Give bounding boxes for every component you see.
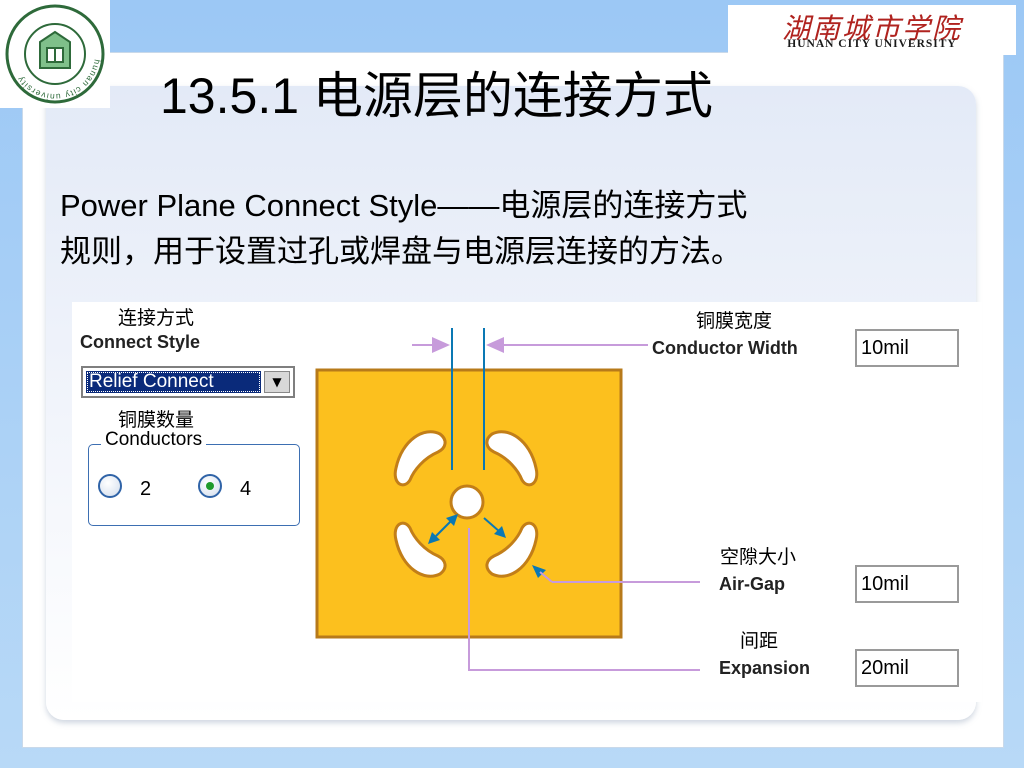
conductor-width-label-cn: 铜膜宽度 xyxy=(696,310,773,332)
air-gap-input[interactable]: 10mil xyxy=(855,565,959,603)
conductor-width-label-en: Conductor Width xyxy=(652,338,798,358)
via-hole xyxy=(449,484,485,520)
air-gap-label-cn: 空隙大小 xyxy=(720,546,797,568)
expansion-label-cn: 间距 xyxy=(740,630,779,652)
air-gap-label-en: Air-Gap xyxy=(719,574,786,594)
expansion-label-en: Expansion xyxy=(719,658,811,678)
conductor-width-input[interactable]: 10mil xyxy=(855,329,959,367)
expansion-input[interactable]: 20mil xyxy=(855,649,959,687)
